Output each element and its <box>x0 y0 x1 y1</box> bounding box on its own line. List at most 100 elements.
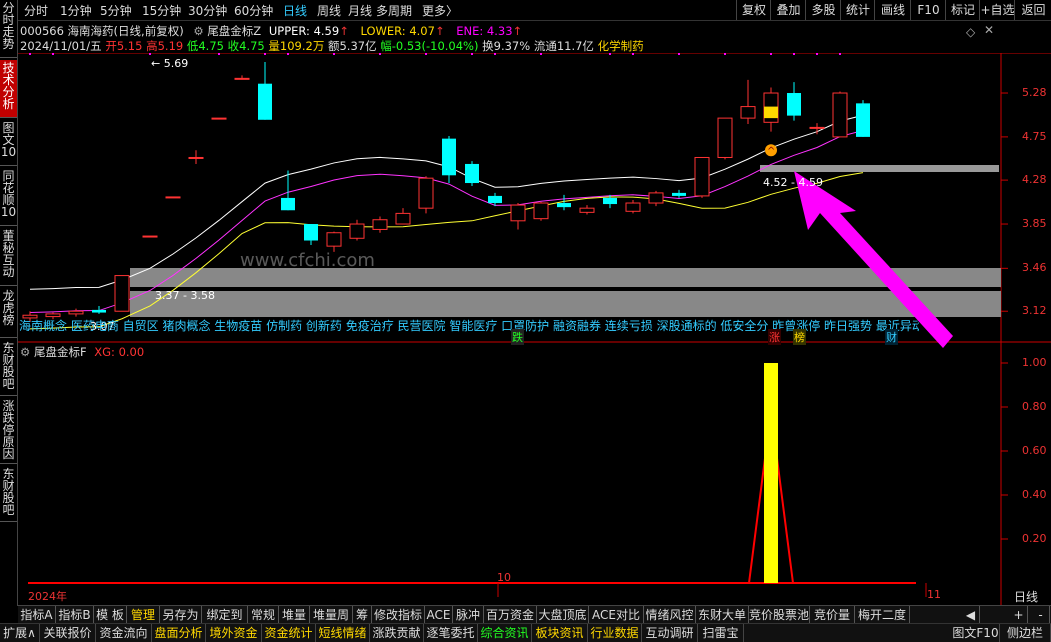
indicator-tab-20[interactable]: 梅开二度 <box>855 606 910 624</box>
indicator-tab-0[interactable]: 指标A <box>18 606 56 624</box>
concept-strip[interactable]: 海南概念 医药电商 自贸区 猪肉概念 生物疫苗 仿制药 创新药 免疫治疗 民营医… <box>19 317 919 334</box>
sub-axis-label: 0.60 <box>1022 444 1047 457</box>
candle-body-down <box>488 195 502 204</box>
status-tab-2[interactable]: 资金流向 <box>96 624 152 642</box>
status-tab-6[interactable]: 短线情绪 <box>316 624 370 642</box>
status-right-0[interactable]: 图文F10 <box>952 624 1000 642</box>
toolbar-button-3[interactable]: 统计 <box>840 0 875 20</box>
left-tab-2[interactable]: 图文10 <box>0 120 17 166</box>
period-tab-0[interactable]: 分时 <box>24 2 48 19</box>
indicator-tab-5[interactable]: 绑定到 <box>202 606 248 624</box>
indicator-tab-1[interactable]: 指标B <box>56 606 94 624</box>
signal-dot <box>149 53 151 55</box>
toolbar-button-0[interactable]: 复权 <box>736 0 771 20</box>
toolbar-button-5[interactable]: F10 <box>910 0 946 20</box>
toolbar-button-1[interactable]: 叠加 <box>770 0 806 20</box>
indicator-tab-8[interactable]: 堆量周 <box>310 606 353 624</box>
indicator-tab-17[interactable]: 东财大单 <box>696 606 749 624</box>
diamond-icon[interactable]: ◇ <box>966 25 975 39</box>
left-tab-8[interactable]: 东财股吧 <box>0 466 17 522</box>
indicator-tab-2[interactable]: 模 板 <box>94 606 127 624</box>
status-tab-11[interactable]: 行业数据 <box>588 624 642 642</box>
period-tab-7[interactable]: 周线 <box>317 2 341 19</box>
toolbar-button-4[interactable]: 画线 <box>874 0 911 20</box>
period-tab-1[interactable]: 1分钟 <box>60 2 92 19</box>
period-tab-8[interactable]: 月线 <box>348 2 372 19</box>
left-tab-0[interactable]: 分时走势 <box>0 0 17 58</box>
candle-body-up <box>188 156 204 159</box>
indicator-name[interactable]: 尾盘金标Z <box>207 24 261 38</box>
signal-dot <box>264 53 266 55</box>
marker-rise[interactable]: 涨 <box>768 329 781 345</box>
indicator-tab-18[interactable]: 竞价股票池 <box>749 606 810 624</box>
candle-body-up <box>234 77 250 80</box>
buy-signal-glyph: ^ <box>767 146 775 157</box>
quote-sector[interactable]: 化学制药 <box>598 39 644 53</box>
period-label: 日线 <box>1014 590 1039 604</box>
indicator-tab-12[interactable]: 脉冲 <box>453 606 484 624</box>
period-tab-10[interactable]: 更多〉 <box>422 2 458 19</box>
indicator-tab-3[interactable]: 管理 <box>127 606 160 624</box>
quote-volume: 量109.2万 <box>268 39 325 53</box>
indicator-gear-icon[interactable]: ⚙ <box>193 24 203 38</box>
tabbar-control-0[interactable]: ◀ <box>962 606 980 624</box>
toolbar-button-7[interactable]: +自选 <box>979 0 1015 20</box>
left-tab-4[interactable]: 董秘互动 <box>0 228 17 286</box>
marker-fall[interactable]: 跌 <box>511 329 524 345</box>
band-low-label: 3.37 - 3.58 <box>155 289 215 302</box>
toolbar-button-6[interactable]: 标记 <box>945 0 980 20</box>
marker-finance[interactable]: 财 <box>885 329 898 345</box>
status-tab-10[interactable]: 板块资讯 <box>532 624 588 642</box>
indicator-tab-16[interactable]: 情绪风控 <box>644 606 696 624</box>
status-tab-12[interactable]: 互动调研 <box>642 624 698 642</box>
left-tab-3[interactable]: 同花顺10 <box>0 168 17 226</box>
indicator-tab-14[interactable]: 大盘顶底 <box>537 606 589 624</box>
period-tab-5[interactable]: 60分钟 <box>234 2 273 19</box>
upper-arrow-icon: ↑ <box>339 24 349 38</box>
toolbar-button-8[interactable]: 返回 <box>1014 0 1051 20</box>
toolbar-button-2[interactable]: 多股 <box>805 0 841 20</box>
status-tab-4[interactable]: 境外资金 <box>206 624 262 642</box>
period-tab-3[interactable]: 15分钟 <box>142 2 181 19</box>
status-tab-13[interactable]: 扫雷宝 <box>698 624 744 642</box>
indicator-tab-9[interactable]: 筹 <box>353 606 372 624</box>
status-tab-5[interactable]: 资金统计 <box>262 624 316 642</box>
indicator-tab-7[interactable]: 堆量 <box>279 606 310 624</box>
status-tab-0[interactable]: 扩展∧ <box>0 624 40 642</box>
xg-value: XG: 0.00 <box>94 345 145 359</box>
tabbar-control-2[interactable]: - <box>1032 606 1050 624</box>
sub-axis-label: 0.80 <box>1022 400 1047 413</box>
left-tab-6[interactable]: 东财股吧 <box>0 340 17 396</box>
period-tab-9[interactable]: 多周期 <box>376 2 412 19</box>
quote-change: 幅-0.53(-10.04%) <box>380 39 479 53</box>
resistance-band <box>760 165 999 172</box>
status-tab-9[interactable]: 综合资讯 <box>478 624 532 642</box>
indicator-tab-19[interactable]: 竞价量 <box>810 606 855 624</box>
period-tab-6[interactable]: 日线 <box>283 2 307 19</box>
status-tab-3[interactable]: 盘面分析 <box>152 624 206 642</box>
candle-body-up <box>809 126 825 129</box>
indicator-tab-10[interactable]: 修改指标 <box>372 606 425 624</box>
left-tab-5[interactable]: 龙虎榜 <box>0 288 17 338</box>
period-tab-4[interactable]: 30分钟 <box>188 2 227 19</box>
indicator-tab-13[interactable]: 百万资金 <box>484 606 537 624</box>
close-icon[interactable]: ✕ <box>984 23 994 37</box>
status-tab-8[interactable]: 逐笔委托 <box>424 624 478 642</box>
left-tab-7[interactable]: 涨跌停原因 <box>0 398 17 464</box>
sub-indicator-name[interactable]: 尾盘金标F <box>34 345 87 359</box>
left-tab-1[interactable]: 技术分析 <box>0 60 17 118</box>
indicator-tab-11[interactable]: ACE <box>425 606 453 624</box>
indicator-tab-4[interactable]: 另存为 <box>160 606 202 624</box>
period-tab-2[interactable]: 5分钟 <box>100 2 132 19</box>
indicator-tab-6[interactable]: 常规 <box>248 606 279 624</box>
signal-dot <box>678 53 680 55</box>
sub-gear-icon[interactable]: ⚙ <box>20 345 30 359</box>
status-right-1[interactable]: 侧边栏 <box>1000 624 1051 642</box>
candle-body-down <box>281 197 295 211</box>
tabbar-control-1[interactable]: + <box>1010 606 1028 624</box>
status-tab-1[interactable]: 关联报价 <box>40 624 96 642</box>
status-tab-7[interactable]: 涨跌贡献 <box>370 624 424 642</box>
indicator-tab-15[interactable]: ACE对比 <box>589 606 644 624</box>
stock-title[interactable]: 000566 海南海药(日线,前复权) <box>20 24 184 38</box>
marker-list[interactable]: 榜 <box>793 329 806 345</box>
